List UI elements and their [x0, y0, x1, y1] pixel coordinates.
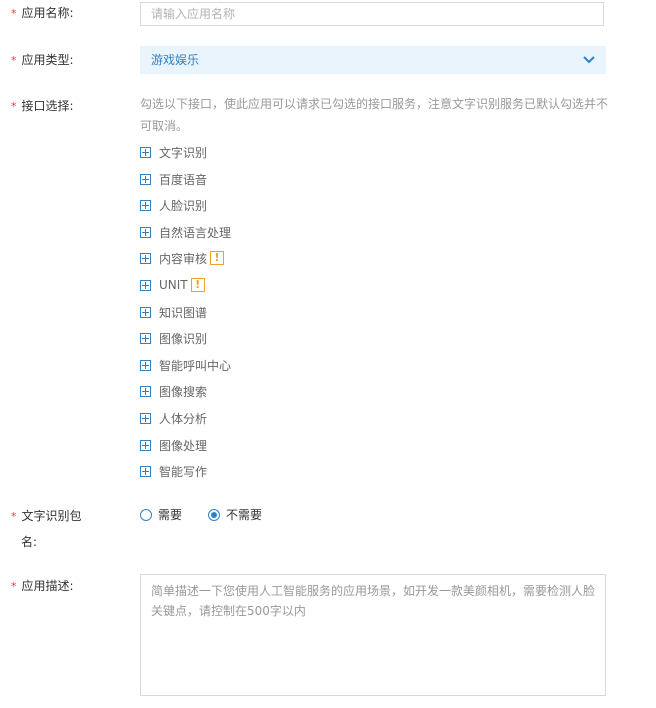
service-label: 图像识别: [159, 331, 208, 346]
app-desc-label: * 应用描述:: [11, 573, 74, 600]
api-select-label: * 接口选择:: [11, 93, 74, 120]
ocr-package-radio-group: 需要 不需要: [140, 506, 288, 523]
service-item[interactable]: 图像搜索: [140, 382, 207, 400]
required-mark: *: [11, 580, 17, 593]
radio-button[interactable]: [140, 508, 152, 521]
service-item[interactable]: 图像处理: [140, 436, 207, 454]
required-mark: *: [11, 100, 17, 113]
plus-square-icon[interactable]: [140, 226, 151, 238]
service-label: 自然语言处理: [159, 225, 232, 240]
plus-square-icon[interactable]: [140, 306, 151, 318]
app-name-label-text: 应用名称:: [21, 6, 74, 20]
required-mark: *: [11, 7, 17, 20]
service-item[interactable]: 人脸识别: [140, 196, 207, 214]
required-mark: *: [11, 54, 17, 67]
service-label: 图像搜索: [159, 384, 208, 399]
service-label: 智能写作: [159, 464, 208, 479]
service-item[interactable]: 百度语音: [140, 170, 207, 188]
app-desc-textarea[interactable]: [141, 575, 605, 695]
app-desc-label-text: 应用描述:: [21, 579, 74, 593]
service-item[interactable]: 图像识别: [140, 329, 207, 347]
service-item[interactable]: 文字识别: [140, 143, 207, 161]
service-label: 人脸识别: [159, 198, 208, 213]
plus-square-icon[interactable]: [140, 279, 151, 291]
plus-square-icon[interactable]: [140, 199, 151, 211]
radio-label: 不需要: [226, 508, 263, 522]
plus-square-icon[interactable]: [140, 173, 151, 185]
radio-option-need[interactable]: 需要: [140, 506, 182, 523]
radio-button[interactable]: [208, 508, 221, 521]
plus-square-icon[interactable]: [140, 439, 151, 451]
warning-icon: !: [190, 278, 205, 292]
app-type-selected-value: 游戏娱乐: [151, 53, 200, 67]
plus-square-icon[interactable]: [140, 332, 151, 344]
warning-icon: !: [210, 251, 225, 265]
service-item[interactable]: 人体分析: [140, 409, 207, 427]
plus-square-icon[interactable]: [140, 359, 151, 371]
plus-square-icon[interactable]: [140, 146, 151, 158]
app-name-label: * 应用名称:: [11, 0, 74, 27]
service-label: 智能呼叫中心: [159, 358, 232, 373]
app-type-label-text: 应用类型:: [21, 53, 74, 67]
plus-square-icon[interactable]: [140, 465, 151, 477]
app-desc-field[interactable]: [140, 574, 606, 696]
ocr-package-label: * 文字识别包: [11, 503, 82, 530]
service-label: 人体分析: [159, 411, 208, 426]
service-item[interactable]: 智能呼叫中心: [140, 356, 231, 374]
ocr-package-label-line2: 名:: [21, 535, 38, 549]
plus-square-icon[interactable]: [140, 252, 151, 264]
app-name-field[interactable]: [140, 2, 604, 26]
service-label: 百度语音: [159, 172, 208, 187]
service-label: 图像处理: [159, 438, 208, 453]
app-name-input[interactable]: [141, 3, 603, 25]
service-item[interactable]: 自然语言处理: [140, 223, 231, 241]
service-label: 文字识别: [159, 145, 208, 160]
service-item[interactable]: 内容审核!: [140, 249, 225, 267]
required-mark: *: [11, 510, 17, 523]
service-item[interactable]: UNIT!: [140, 276, 205, 294]
plus-square-icon[interactable]: [140, 412, 151, 424]
service-label: UNIT: [159, 278, 188, 292]
app-type-label: * 应用类型:: [11, 47, 74, 74]
radio-option-no-need[interactable]: 不需要: [208, 506, 262, 523]
api-select-label-text: 接口选择:: [21, 99, 74, 113]
plus-square-icon[interactable]: [140, 385, 151, 397]
api-select-hint: 勾选以下接口，使此应用可以请求已勾选的接口服务，注意文字识别服务已默认勾选并不可…: [140, 97, 609, 133]
ocr-package-label-line1: 文字识别包: [21, 509, 82, 523]
service-label: 知识图谱: [159, 305, 208, 320]
service-label: 内容审核: [159, 251, 208, 266]
app-type-select[interactable]: 游戏娱乐: [140, 46, 606, 74]
chevron-down-icon: [583, 56, 595, 64]
service-item[interactable]: 智能写作: [140, 462, 207, 480]
radio-label: 需要: [158, 508, 183, 522]
service-item[interactable]: 知识图谱: [140, 303, 207, 321]
